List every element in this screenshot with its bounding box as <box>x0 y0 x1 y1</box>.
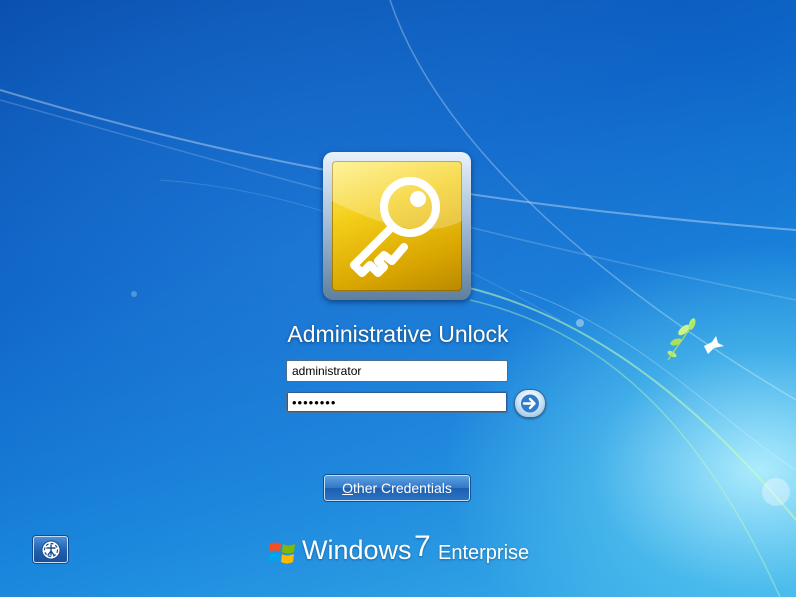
windows-flag-icon <box>268 539 298 571</box>
user-tile-frame <box>323 152 471 300</box>
username-field[interactable] <box>286 360 508 382</box>
password-field[interactable] <box>286 391 508 413</box>
other-credentials-accesskey: O <box>342 480 354 496</box>
login-title: Administrative Unlock <box>287 321 509 347</box>
ease-of-access-button[interactable] <box>33 536 68 563</box>
brand-version: 7 <box>414 530 431 563</box>
other-credentials-label: ther Credentials <box>353 480 452 496</box>
brand-name: Windows <box>302 535 412 565</box>
user-tile <box>332 161 462 291</box>
bird-icon <box>704 336 724 354</box>
submit-button[interactable] <box>514 389 546 418</box>
leaf-cluster-icon <box>667 318 696 361</box>
other-credentials-button[interactable]: Other Credentials <box>324 475 470 501</box>
brand-edition: Enterprise <box>438 542 530 564</box>
